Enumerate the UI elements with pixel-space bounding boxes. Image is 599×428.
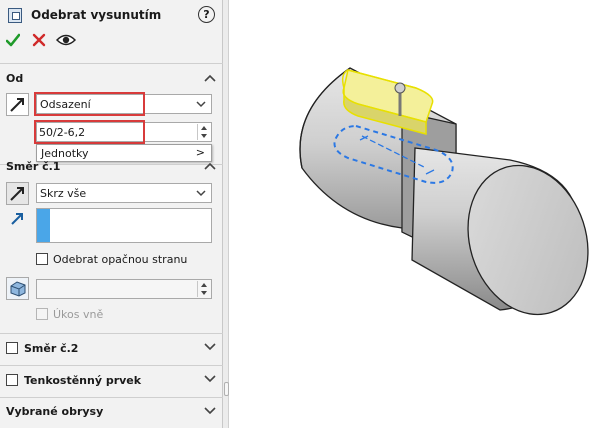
section-direction1-title: Směr č.1	[6, 160, 61, 173]
collapse-grip[interactable]	[224, 382, 229, 396]
section-direction2-title: Směr č.2	[24, 342, 79, 355]
draft-angle-input[interactable]	[36, 279, 212, 299]
chevron-down-icon	[196, 190, 206, 197]
units-popup-item[interactable]: Jednotky	[41, 147, 89, 160]
flip-side-label: Odebrat opačnou stranu	[53, 253, 188, 266]
highlight-box	[34, 120, 145, 144]
cut-extrude-icon	[8, 8, 22, 23]
selection-color-bar	[37, 209, 50, 242]
spin-down-icon[interactable]	[201, 134, 207, 138]
property-manager-panel: Odebrat vysunutím ? Od Odsazení 50/2-6,2	[0, 0, 223, 428]
end-condition-select[interactable]: Skrz vše	[36, 183, 212, 203]
spin-up-icon[interactable]	[201, 283, 207, 287]
chevron-down-icon[interactable]	[204, 407, 216, 415]
panel-splitter[interactable]	[223, 0, 229, 428]
units-popup[interactable]: Jednotky >	[36, 144, 212, 162]
chevron-down-icon[interactable]	[204, 375, 216, 383]
start-direction-button[interactable]	[6, 93, 29, 116]
direction2-checkbox[interactable]	[6, 342, 18, 354]
arrow-direction-icon	[10, 98, 24, 112]
separator	[0, 63, 223, 64]
section-selected-contours-title: Vybrané obrysy	[6, 405, 104, 418]
eye-icon[interactable]	[56, 33, 76, 47]
draft-outward-label: Úkos vně	[53, 308, 104, 321]
offset-spinner[interactable]	[197, 124, 210, 140]
chevron-up-icon[interactable]	[204, 162, 216, 170]
draft-outward-checkbox[interactable]	[36, 308, 48, 320]
model-view	[299, 67, 589, 316]
section-od-title: Od	[6, 72, 24, 85]
separator	[0, 365, 223, 366]
x-icon[interactable]	[32, 31, 46, 49]
graphics-area[interactable]	[230, 0, 599, 428]
flip-side-checkbox[interactable]	[36, 253, 48, 265]
chevron-down-icon	[196, 101, 206, 108]
draft-button[interactable]	[6, 277, 29, 300]
reverse-direction-icon	[10, 187, 24, 201]
spin-up-icon[interactable]	[201, 126, 207, 130]
help-button[interactable]: ?	[198, 6, 215, 23]
panel-title: Odebrat vysunutím	[31, 8, 162, 22]
check-icon[interactable]	[6, 31, 20, 49]
chevron-down-icon[interactable]	[204, 343, 216, 351]
direction-vector-icon	[11, 213, 23, 225]
draft-icon	[10, 281, 26, 297]
spin-down-icon[interactable]	[201, 291, 207, 295]
thin-feature-checkbox[interactable]	[6, 374, 18, 386]
highlight-box	[34, 92, 145, 116]
panel-header: Odebrat vysunutím ?	[0, 0, 223, 30]
reverse-direction-button[interactable]	[6, 182, 29, 205]
direction-vector-selection-box[interactable]	[36, 208, 212, 243]
draft-angle-spinner[interactable]	[197, 281, 210, 297]
submenu-arrow-icon: >	[195, 146, 205, 159]
section-thin-feature-title: Tenkostěnný prvek	[24, 374, 142, 387]
end-condition-value: Skrz vše	[40, 187, 87, 200]
separator	[0, 333, 223, 334]
separator	[0, 397, 223, 398]
chevron-up-icon[interactable]	[204, 74, 216, 82]
